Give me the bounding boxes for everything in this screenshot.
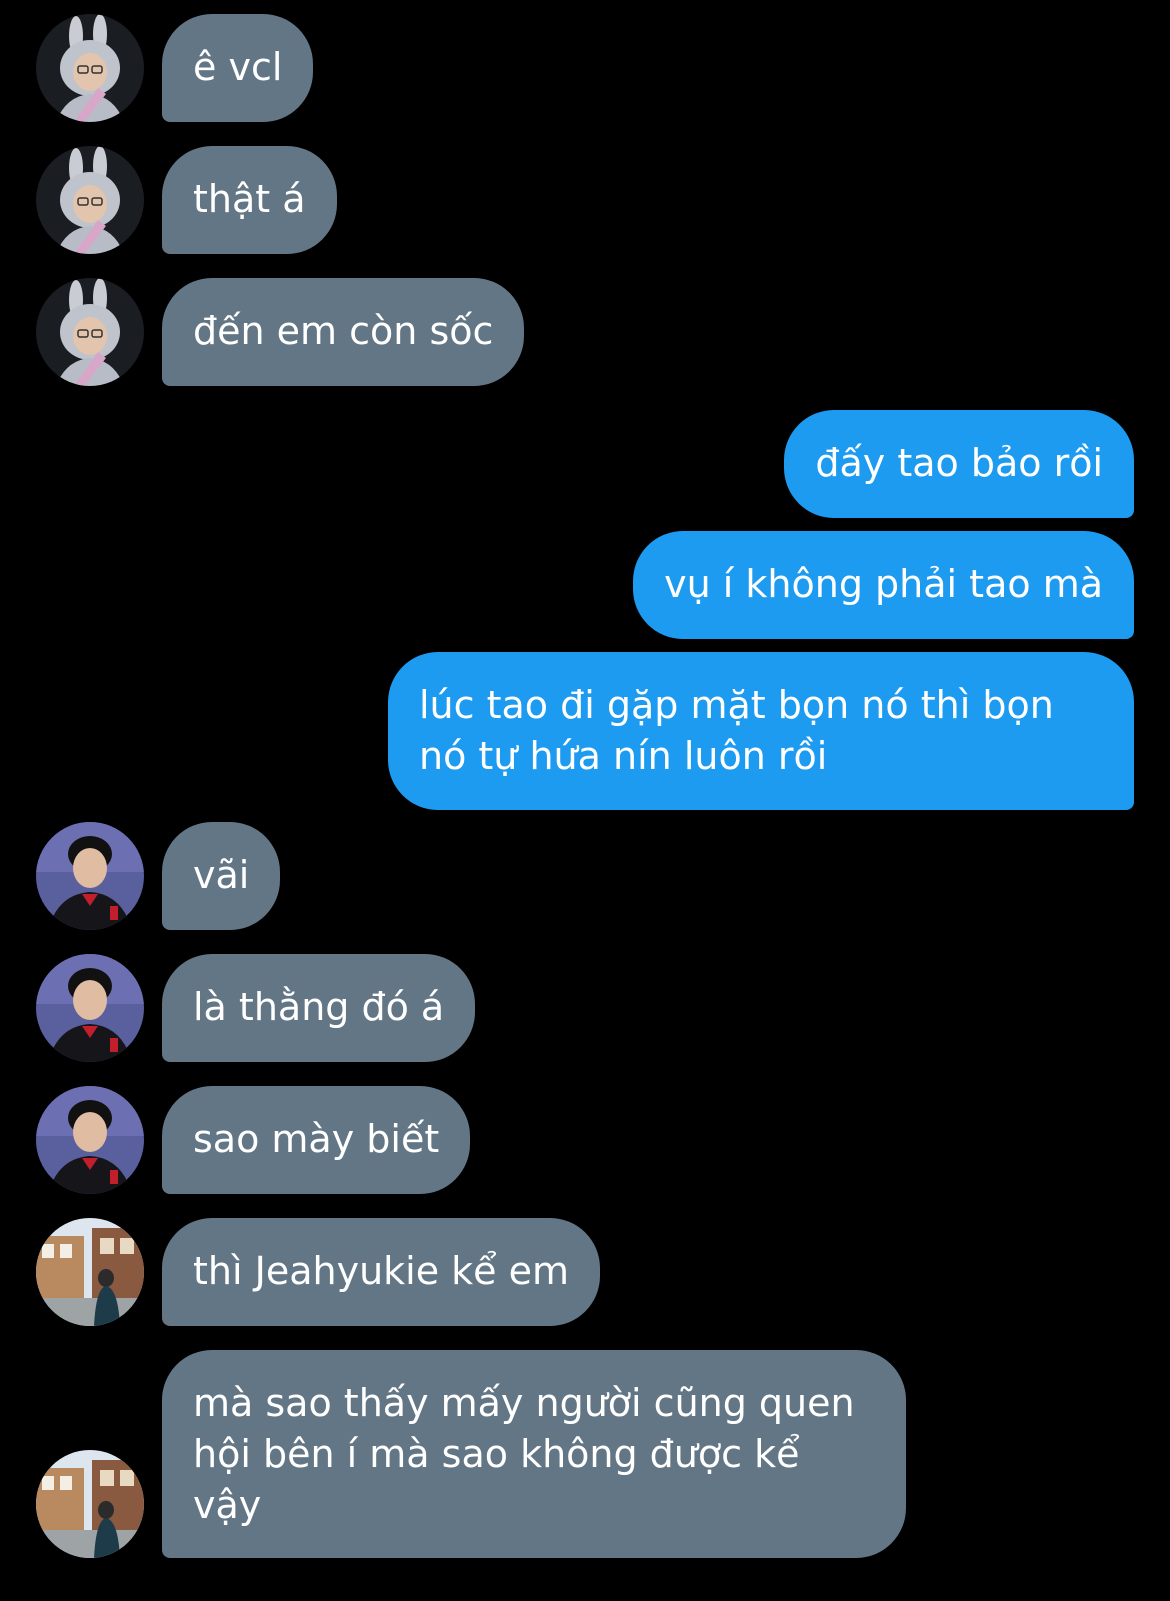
message-row: thì Jeahyukie kể em <box>0 1218 1170 1326</box>
outgoing-message-bubble[interactable]: vụ í không phải tao mà <box>633 531 1134 639</box>
message-row: ê vcl <box>0 14 1170 122</box>
incoming-message-bubble[interactable]: là thằng đó á <box>162 954 476 1062</box>
street-photo-avatar[interactable] <box>36 1218 144 1326</box>
message-row: là thằng đó á <box>0 954 1170 1062</box>
jersey-avatar[interactable] <box>36 822 144 930</box>
incoming-message-bubble[interactable]: thì Jeahyukie kể em <box>162 1218 601 1326</box>
avatar-photo-icon <box>36 146 144 254</box>
street-photo-avatar[interactable] <box>36 1450 144 1558</box>
incoming-message-bubble[interactable]: mà sao thấy mấy người cũng quen hội bên … <box>162 1350 906 1558</box>
avatar-photo-icon <box>36 822 144 930</box>
message-row: đến em còn sốc <box>0 278 1170 386</box>
message-row: sao mày biết <box>0 1086 1170 1194</box>
bunny-hat-avatar[interactable] <box>36 278 144 386</box>
outgoing-message-bubble[interactable]: đấy tao bảo rồi <box>784 410 1134 518</box>
message-row: lúc tao đi gặp mặt bọn nó thì bọn nó tự … <box>0 652 1170 810</box>
bunny-hat-avatar[interactable] <box>36 146 144 254</box>
jersey-avatar[interactable] <box>36 1086 144 1194</box>
incoming-message-bubble[interactable]: thật á <box>162 146 337 254</box>
avatar-photo-icon <box>36 278 144 386</box>
incoming-message-bubble[interactable]: vãi <box>162 822 281 930</box>
avatar-photo-icon <box>36 14 144 122</box>
avatar-photo-icon <box>36 1086 144 1194</box>
incoming-message-bubble[interactable]: ê vcl <box>162 14 314 122</box>
bunny-hat-avatar[interactable] <box>36 14 144 122</box>
message-row: vụ í không phải tao mà <box>0 531 1170 639</box>
incoming-message-bubble[interactable]: sao mày biết <box>162 1086 471 1194</box>
avatar-photo-icon <box>36 1218 144 1326</box>
avatar-photo-icon <box>36 954 144 1062</box>
outgoing-message-bubble[interactable]: lúc tao đi gặp mặt bọn nó thì bọn nó tự … <box>388 652 1134 810</box>
avatar-photo-icon <box>36 1450 144 1558</box>
message-row: mà sao thấy mấy người cũng quen hội bên … <box>0 1350 1170 1558</box>
incoming-message-bubble[interactable]: đến em còn sốc <box>162 278 525 386</box>
message-row: vãi <box>0 822 1170 930</box>
message-row: thật á <box>0 146 1170 254</box>
jersey-avatar[interactable] <box>36 954 144 1062</box>
message-row: đấy tao bảo rồi <box>0 410 1170 518</box>
